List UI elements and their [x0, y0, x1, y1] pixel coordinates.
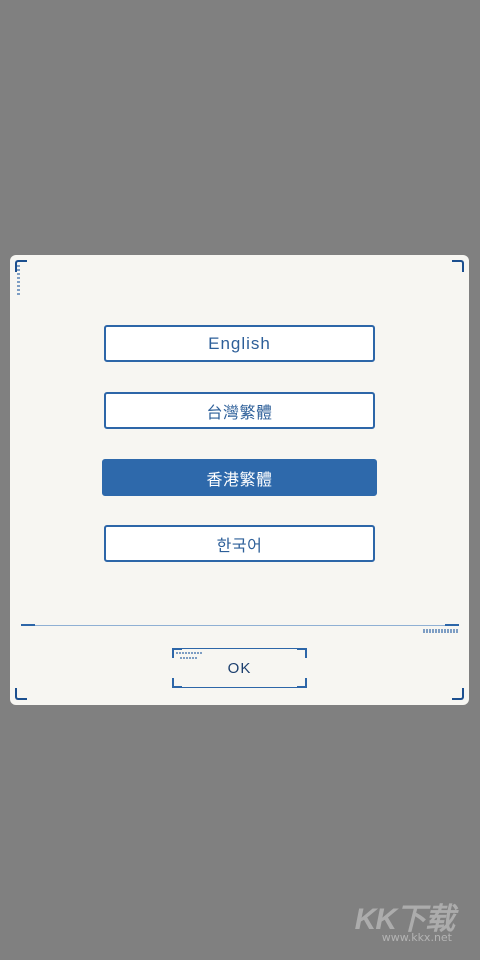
language-option-hongkong-traditional[interactable]: 香港繁體: [102, 459, 377, 496]
ok-corner-bottom-left: [172, 678, 182, 688]
ok-corner-top-right: [297, 648, 307, 658]
language-option-korean[interactable]: 한국어: [104, 525, 375, 562]
ok-corner-bottom-right: [297, 678, 307, 688]
corner-bracket-bottom-left: [15, 688, 27, 700]
ok-button-label: OK: [227, 659, 252, 677]
ok-decoration: [176, 652, 202, 659]
divider-decoration: [423, 629, 459, 633]
language-option-english[interactable]: English: [104, 325, 375, 362]
side-decoration: [17, 265, 20, 297]
divider-accent-left: [21, 624, 35, 626]
divider-line: [21, 625, 459, 626]
corner-bracket-bottom-right: [452, 688, 464, 700]
language-option-label: English: [208, 333, 271, 353]
divider-accent-right: [445, 624, 459, 626]
language-option-label: 台灣繁體: [206, 404, 273, 422]
ok-frame-bottom: [172, 687, 307, 688]
language-select-dialog: English 台灣繁體 香港繁體 한국어 OK: [10, 255, 469, 705]
language-option-label: 香港繁體: [206, 471, 273, 489]
watermark-url: www.kkx.net: [381, 931, 452, 944]
ok-button[interactable]: OK: [172, 648, 307, 688]
language-option-label: 한국어: [216, 537, 263, 555]
corner-bracket-top-right: [452, 260, 464, 272]
watermark: KK下载 www.kkx.net: [346, 894, 456, 944]
ok-frame-top: [172, 648, 307, 649]
language-option-taiwan-traditional[interactable]: 台灣繁體: [104, 392, 375, 429]
